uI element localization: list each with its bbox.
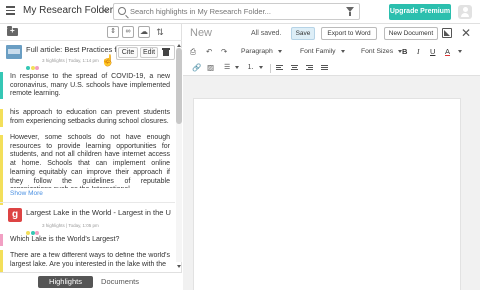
chevron-down-icon[interactable]: ⌄ — [100, 4, 111, 15]
hand-cursor-icon: ☝ — [101, 55, 115, 67]
scrollbar-thumb[interactable] — [176, 48, 182, 124]
font-family-label: Font Family — [300, 48, 336, 55]
align-center-icon[interactable] — [291, 65, 298, 71]
tab-highlights[interactable]: Highlights — [38, 276, 93, 288]
highlight-marker — [0, 72, 3, 99]
card-divider — [0, 202, 175, 203]
app-window: My Research Folder ⌄ Upgrade Premium ⇕ ∞… — [0, 0, 480, 290]
card-action-popup: Cite Edit — [116, 45, 175, 60]
highlight-snippet[interactable]: In response to the spread of COVID-19, a… — [10, 73, 170, 99]
scroll-up-arrow[interactable] — [177, 44, 181, 47]
highlight-snippet[interactable]: There are a few different ways to define… — [10, 252, 170, 270]
bold-button[interactable]: B — [402, 44, 407, 60]
highlights-toolbar: ⇕ ∞ ☁ ⇅ — [0, 24, 182, 41]
font-color-dropdown[interactable] — [453, 44, 462, 60]
highlight-snippet[interactable]: his approach to education can prevent st… — [10, 109, 170, 126]
editor-scrollbar[interactable] — [472, 77, 480, 290]
search-icon — [118, 7, 126, 15]
align-left-icon[interactable] — [276, 65, 283, 71]
highlights-panel: ⇕ ∞ ☁ ⇅ Full article: Best Practices for… — [0, 24, 182, 290]
chevron-down-icon — [340, 49, 345, 53]
tab-documents[interactable]: Documents — [95, 276, 145, 288]
card-meta: 3 highlights | Today, 1:05 pm — [42, 223, 99, 228]
card-meta: 3 highlights | Today, 1:14 pm — [42, 58, 99, 63]
show-more-link[interactable]: Show More — [10, 190, 43, 197]
menu-icon[interactable] — [6, 6, 15, 15]
highlight-marker — [0, 109, 3, 127]
font-size-label: Font Sizes — [361, 48, 394, 55]
toolbar-separator — [270, 64, 271, 73]
link-icon[interactable]: 🔗 — [192, 60, 201, 76]
font-size-select[interactable]: Font Sizes — [361, 44, 403, 60]
chevron-down-icon — [235, 65, 240, 69]
numbered-list-icon[interactable]: ⒈ — [247, 60, 263, 76]
print-icon[interactable]: ⎙ — [190, 44, 196, 60]
user-icon[interactable] — [458, 5, 472, 19]
formatting-toolbar-row-1: ⎙ ↶ ↷ Paragraph Font Family Font Sizes B… — [183, 44, 480, 60]
highlight-snippet[interactable]: Which Lake is the World's Largest? — [10, 236, 170, 245]
image-icon[interactable]: ▨ — [207, 60, 214, 76]
italic-button[interactable]: I — [417, 44, 420, 60]
upgrade-premium-button[interactable]: Upgrade Premium — [389, 4, 451, 20]
underline-button[interactable]: U — [430, 44, 435, 60]
favicon: g — [8, 208, 22, 222]
align-right-icon[interactable] — [306, 65, 313, 71]
save-button[interactable]: Save — [291, 27, 315, 40]
formatting-toolbar-row-2: 🔗 ▨ ☰ ⒈ — [183, 60, 480, 76]
filter-icon[interactable] — [346, 7, 354, 16]
new-folder-icon[interactable] — [7, 26, 18, 36]
undo-icon[interactable]: ↶ — [206, 44, 212, 60]
document-editor-page[interactable] — [193, 98, 461, 290]
chevron-down-icon — [258, 65, 263, 69]
scroll-down-arrow[interactable] — [177, 265, 181, 268]
justify-icon[interactable] — [321, 65, 328, 71]
edit-button[interactable]: Edit — [140, 47, 158, 58]
new-document-button[interactable]: New Document — [384, 27, 438, 40]
highlight-marker — [0, 135, 3, 205]
card-title[interactable]: Full article: Best Practices for Recover… — [26, 45, 119, 54]
editor-header: New All saved. Save Export to Word New D… — [183, 24, 480, 44]
paragraph-select-label: Paragraph — [241, 48, 273, 55]
save-status: All saved. — [251, 30, 282, 37]
font-color-button[interactable]: A — [445, 44, 450, 60]
document-title[interactable]: New — [190, 27, 212, 39]
sort-alpha-icon[interactable]: ⇅ — [154, 26, 166, 38]
search-bar[interactable] — [113, 3, 360, 20]
close-icon[interactable]: ✕ — [461, 26, 471, 40]
chevron-down-icon — [458, 49, 462, 53]
trash-icon[interactable] — [162, 48, 170, 56]
font-family-select[interactable]: Font Family — [300, 44, 345, 60]
editor-panel: New All saved. Save Export to Word New D… — [183, 24, 480, 290]
highlight-marker — [0, 234, 3, 246]
expand-icon[interactable] — [442, 28, 452, 38]
top-bar: My Research Folder ⌄ Upgrade Premium — [0, 0, 480, 24]
article-thumbnail — [6, 45, 22, 59]
chevron-down-icon — [277, 49, 282, 53]
cite-button[interactable]: Cite — [118, 47, 138, 58]
upload-icon[interactable]: ☁ — [138, 26, 150, 38]
redo-icon[interactable]: ↷ — [221, 44, 227, 60]
highlight-marker — [0, 250, 3, 272]
search-input[interactable] — [130, 5, 340, 18]
paragraph-select[interactable]: Paragraph — [241, 44, 282, 60]
highlight-snippet[interactable]: However, some schools do not have enough… — [10, 134, 170, 188]
sort-icon[interactable]: ⇕ — [107, 26, 119, 38]
bullet-list-icon[interactable]: ☰ — [224, 60, 240, 76]
card-title[interactable]: Largest Lake in the World - Largest in t… — [26, 208, 171, 217]
link-icon[interactable]: ∞ — [122, 26, 134, 38]
bottom-tab-bar: Highlights Documents — [0, 272, 182, 290]
export-to-word-button[interactable]: Export to Word — [321, 27, 377, 40]
